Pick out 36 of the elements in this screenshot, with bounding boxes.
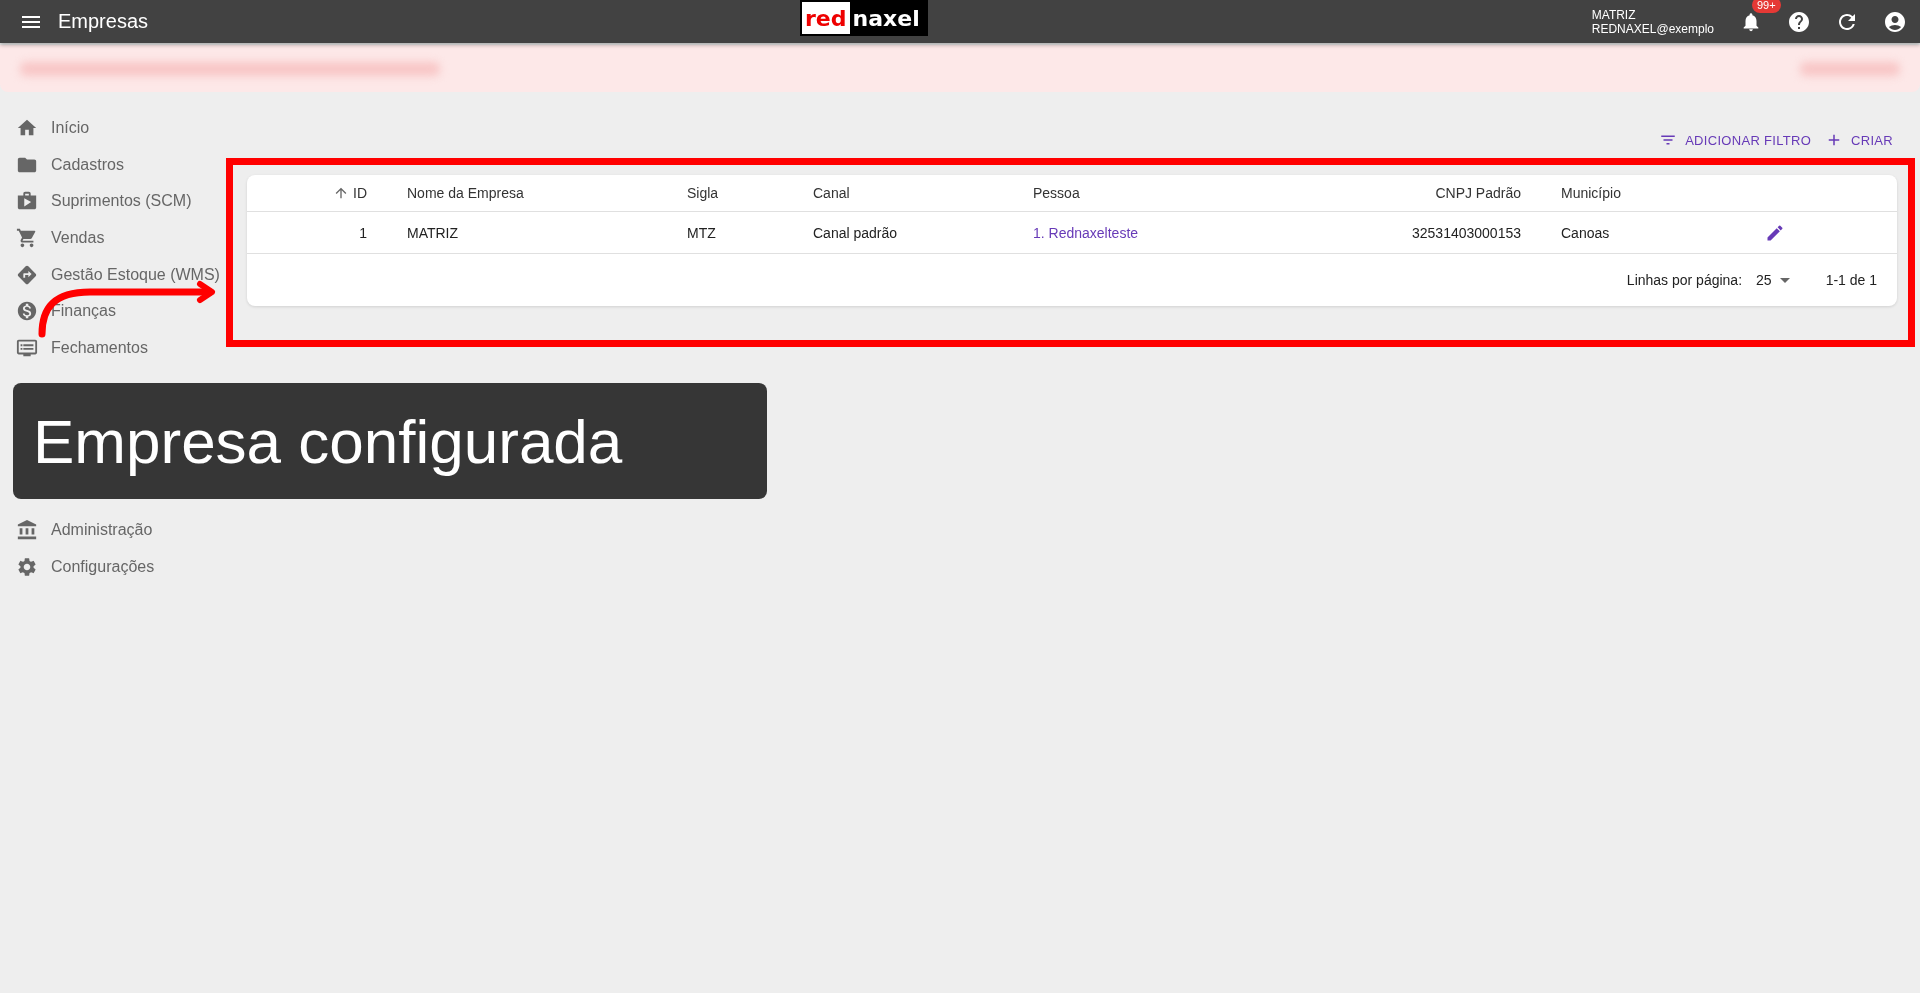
table-cell: MTZ <box>647 212 773 254</box>
caption: Empresa configurada <box>13 383 767 499</box>
person-link[interactable]: 1. Rednaxelteste <box>993 212 1293 254</box>
table-cell: 1 <box>247 212 367 254</box>
pagination-range: 1-1 de 1 <box>1825 272 1877 288</box>
table-cell: Canal padrão <box>773 212 993 254</box>
sidebar-item[interactable]: Fechamentos <box>0 329 226 367</box>
column-header[interactable]: Sigla <box>647 175 773 212</box>
logo: red naxel <box>800 0 928 36</box>
sidebar-item[interactable]: Início <box>0 110 226 147</box>
rows-per-page-select[interactable]: 25 <box>1756 272 1790 288</box>
user-login: REDNAXEL@exemplo <box>1591 21 1714 36</box>
sidebar-item[interactable]: Configurações <box>0 548 226 586</box>
column-header[interactable]: ID <box>247 175 367 212</box>
page-title: Empresas <box>58 10 149 33</box>
column-header[interactable]: CNPJ Padrão <box>1293 175 1521 212</box>
sidebar-item[interactable]: Finanças <box>0 292 226 330</box>
sidebar-item[interactable]: Cadastros <box>0 146 226 184</box>
company-name: MATRIZ <box>1591 7 1637 22</box>
rows-per-page-label: Linhas por página: <box>1626 272 1743 288</box>
sidebar-item[interactable]: Gestão Estoque (WMS) <box>0 256 226 293</box>
create-button[interactable]: CRIAR <box>1825 128 1893 152</box>
table-cell: 32531403000153 <box>1293 212 1521 254</box>
sidebar-item[interactable]: Vendas <box>0 219 226 257</box>
notification-count: 99+ <box>1752 0 1781 13</box>
edit-icon[interactable] <box>1765 222 1785 243</box>
table-cell: MATRIZ <box>367 212 647 254</box>
sidebar-item[interactable]: Administração <box>0 512 226 549</box>
add-filter-button[interactable]: ADICIONAR FILTRO <box>1659 128 1812 152</box>
dropdown-caret-icon <box>1779 277 1790 283</box>
column-header[interactable]: Pessoa <box>993 175 1293 212</box>
sidebar-item[interactable]: Suprimentos (SCM) <box>0 183 226 220</box>
column-header[interactable]: Canal <box>773 175 993 212</box>
column-header[interactable]: Município <box>1521 175 1721 212</box>
table-cell: Canoas <box>1521 212 1721 254</box>
column-header[interactable]: Nome da Empresa <box>367 175 647 212</box>
